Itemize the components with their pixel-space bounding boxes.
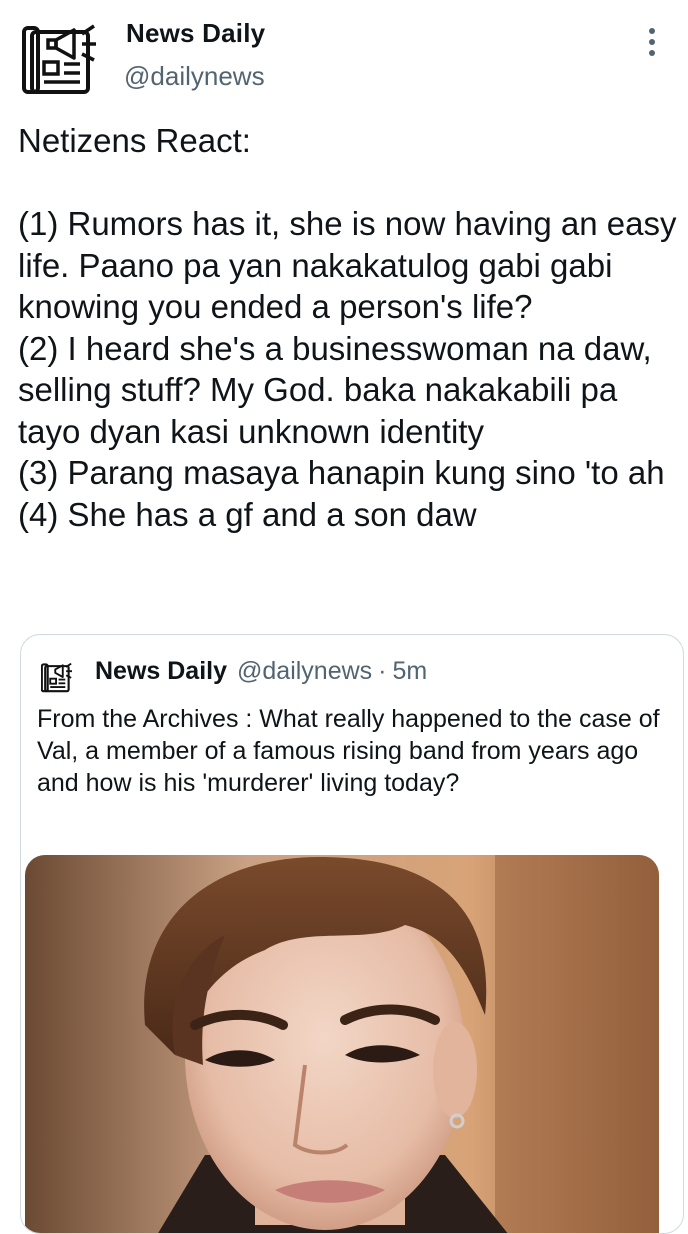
quoted-author-handle[interactable]: @dailynews xyxy=(237,657,372,685)
more-dot xyxy=(649,39,655,45)
tweet: News Daily @dailynews Netizens React: (1… xyxy=(0,0,688,1234)
more-vertical-icon[interactable] xyxy=(638,26,666,58)
quoted-author-name[interactable]: News Daily xyxy=(95,657,227,685)
more-dot xyxy=(649,50,655,56)
quoted-tweet-card[interactable]: News Daily @dailynews · 5m From the Archive… xyxy=(20,634,684,1234)
tweet-text: Netizens React: (1) Rumors has it, she i… xyxy=(18,122,677,533)
author-name[interactable]: News Daily xyxy=(126,18,265,49)
quoted-tweet-text: From the Archives : What really happened… xyxy=(37,705,660,797)
quoted-timestamp[interactable]: 5m xyxy=(393,657,428,685)
author-handle[interactable]: @dailynews xyxy=(124,61,265,92)
separator-dot: · xyxy=(378,657,387,685)
quoted-tweet-header: News Daily @dailynews · 5m xyxy=(95,657,427,686)
more-dot xyxy=(649,28,655,34)
newspaper-megaphone-icon xyxy=(40,659,77,695)
newspaper-megaphone-icon[interactable] xyxy=(22,18,108,98)
quoted-media-photo[interactable] xyxy=(25,855,659,1233)
